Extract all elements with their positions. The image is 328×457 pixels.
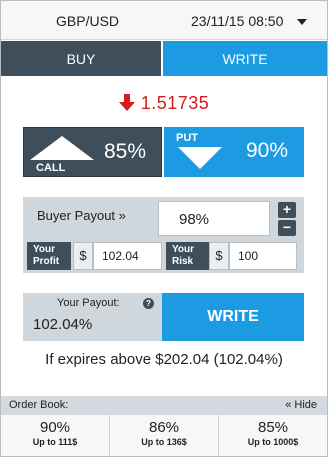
order-book-entry[interactable]: 86% Up to 136$ (110, 415, 219, 456)
price-display: 1.51735 (0, 92, 328, 114)
order-limit: Up to 136$ (141, 437, 187, 447)
put-label: PUT (176, 132, 198, 144)
current-price: 1.51735 (140, 92, 210, 113)
risk-input[interactable]: 100 (229, 242, 297, 270)
profit-label: Your Profit (27, 242, 71, 270)
order-book-list: 90% Up to 111$ 86% Up to 136$ 85% Up to … (1, 415, 327, 456)
put-option-button[interactable]: PUT 90% (164, 127, 304, 177)
profit-input[interactable]: 102.04 (93, 242, 162, 270)
buyer-payout-value: 98% (179, 211, 210, 228)
buyer-payout-stepper: + − (278, 202, 296, 236)
expiry-selector[interactable]: 23/11/15 08:50 (191, 13, 283, 29)
call-label: CALL (36, 162, 66, 174)
your-payout-box: Your Payout: ? 102.04% (23, 293, 162, 341)
buyer-payout-field[interactable]: 98% (158, 201, 270, 236)
currency-pair[interactable]: GBP/USD (56, 13, 119, 29)
tab-write[interactable]: WRITE (163, 41, 327, 76)
write-button[interactable]: WRITE (162, 293, 304, 341)
hide-order-book-link[interactable]: « Hide (285, 399, 317, 411)
minus-icon[interactable]: − (278, 220, 296, 236)
chevron-down-icon[interactable] (297, 19, 307, 25)
tab-buy[interactable]: BUY (1, 41, 161, 76)
profit-currency: $ (73, 242, 93, 270)
payout-panel: Buyer Payout » 98% + − Your Profit $ 102… (23, 197, 304, 273)
order-percent: 85% (257, 419, 289, 436)
arrow-down-icon (118, 94, 135, 112)
order-limit: Up to 1000$ (247, 437, 299, 447)
order-book-entry[interactable]: 90% Up to 111$ (1, 415, 110, 456)
call-option-button[interactable]: CALL 85% (23, 127, 162, 177)
buyer-payout-label[interactable]: Buyer Payout » (37, 208, 126, 223)
order-limit: Up to 111$ (32, 437, 78, 447)
order-book-entry[interactable]: 85% Up to 1000$ (219, 415, 327, 456)
info-icon[interactable]: ? (143, 298, 154, 309)
expires-summary: If expires above $202.04 (102.04%) (45, 351, 283, 368)
order-percent: 86% (148, 419, 180, 436)
your-payout-value: 102.04% (33, 316, 93, 333)
your-payout-label: Your Payout: (57, 297, 120, 309)
order-book-title: Order Book: (9, 399, 69, 411)
down-triangle-icon (178, 147, 222, 169)
call-percent: 85% (104, 140, 147, 163)
up-triangle-icon (30, 136, 94, 160)
header-bar: GBP/USD 23/11/15 08:50 (1, 1, 327, 40)
put-percent: 90% (246, 139, 289, 162)
order-percent: 90% (39, 419, 71, 436)
risk-label: Your Risk (166, 242, 210, 270)
plus-icon[interactable]: + (278, 202, 296, 218)
risk-currency: $ (209, 242, 229, 270)
order-book-header: Order Book: « Hide (1, 396, 327, 415)
